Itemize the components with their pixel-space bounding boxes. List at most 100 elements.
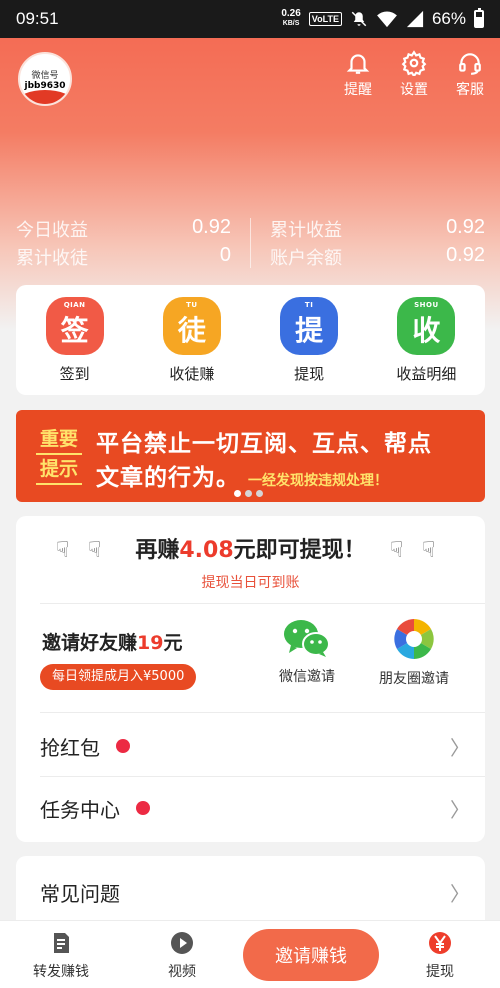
red-packet-label: 抢红包 — [40, 735, 100, 760]
nav-repost-earn[interactable]: 转发赚钱 — [16, 931, 106, 981]
invite-title-amount: 19 — [137, 632, 164, 654]
chevron-right-icon: 〉 — [450, 797, 470, 822]
nav-withdraw-label: 提现 — [426, 964, 454, 980]
wechat-icon — [284, 620, 330, 657]
checkin-label: 签到 — [59, 364, 90, 383]
pagination-dot — [234, 490, 241, 497]
status-bar: 09:51 0.26 KB/S VoLTE 66% — [0, 0, 500, 38]
recruit-icon-pinyin: TU — [186, 300, 198, 309]
wechat-invite-label: 微信邀请 — [279, 669, 335, 685]
checkin-button[interactable]: QIAN 签 签到 — [25, 296, 125, 384]
wechat-invite-button[interactable]: 微信邀请 — [257, 618, 357, 686]
earn-amount: 4.08 — [179, 538, 234, 563]
stat-total-income-label: 累计收益 — [270, 220, 342, 241]
stat-total-income: 累计收益 0.92 — [270, 216, 485, 242]
reminder-button[interactable]: 提醒 — [340, 50, 376, 99]
notice-line2: 文章的行为。 一经发现按违规处理！ — [96, 458, 388, 492]
red-dot-badge — [116, 739, 130, 753]
recruit-button[interactable]: TU 徒 收徒赚 — [142, 296, 242, 384]
pagination-dot — [245, 490, 252, 497]
notice-tag-line2: 提示 — [36, 455, 82, 485]
play-icon — [171, 932, 193, 954]
settings-label: 设置 — [400, 82, 428, 98]
moments-invite-label: 朋友圈邀请 — [379, 671, 449, 687]
bell-icon — [346, 54, 370, 74]
checkin-icon-glyph: 签 — [60, 313, 89, 347]
divider — [40, 776, 485, 777]
notice-tag: 重要 提示 — [36, 425, 82, 485]
checkin-icon-pinyin: QIAN — [63, 300, 86, 309]
invite-commission-badge: 每日领提成月入¥5000 — [40, 664, 197, 690]
stat-apprentice: 累计收徒 0 — [16, 244, 231, 270]
income-detail-icon: SHOU 收 — [397, 296, 456, 355]
avatar-decoration — [20, 90, 70, 104]
invite-earn-button[interactable]: 邀请赚钱 — [243, 929, 379, 981]
withdraw-subtitle: 提现当日可到账 — [201, 575, 300, 591]
pointing-hand-icon: ☟ — [422, 538, 436, 563]
nav-video[interactable]: 视频 — [137, 931, 227, 981]
stat-balance-label: 账户余额 — [270, 248, 342, 269]
task-center-label: 任务中心 — [40, 797, 120, 822]
avatar-text-1: 微信号 — [31, 70, 59, 81]
customer-service-label: 客服 — [456, 82, 484, 98]
earn-card: ☟ ☟ 再赚4.08元即可提现！ ☟ ☟ 提现当日可到账 邀请好友赚19元 每日… — [16, 516, 485, 842]
recruit-icon: TU 徒 — [162, 296, 221, 355]
header-actions: 提醒 设置 客服 — [340, 50, 488, 99]
avatar[interactable]: 微信号 jbb9630 — [18, 52, 72, 106]
withdraw-icon-glyph: 提 — [295, 313, 324, 347]
income-detail-icon-glyph: 收 — [412, 313, 441, 347]
invite-title-prefix: 邀请好友赚 — [42, 632, 138, 654]
stat-apprentice-value: 0 — [219, 244, 231, 266]
reminder-label: 提醒 — [344, 82, 372, 98]
stat-today: 今日收益 0.92 — [16, 216, 231, 242]
faq-row[interactable]: 常见问题 〉 — [40, 862, 470, 922]
settings-button[interactable]: 设置 — [396, 50, 432, 99]
network-speed: 0.26 KB/S — [281, 9, 300, 29]
recruit-label: 收徒赚 — [169, 364, 215, 383]
withdraw-icon-pinyin: TI — [304, 300, 314, 309]
document-icon — [54, 933, 69, 953]
red-dot-badge — [136, 801, 150, 815]
divider — [40, 712, 485, 713]
moments-icon — [394, 619, 434, 659]
bottom-navigation: 转发赚钱 视频 邀请赚钱 提现 — [0, 920, 500, 988]
stat-today-label: 今日收益 — [16, 220, 88, 241]
chevron-right-icon: 〉 — [450, 735, 470, 760]
battery-percent: 66% — [431, 9, 466, 28]
red-packet-row[interactable]: 抢红包 〉 — [40, 716, 470, 776]
task-center-row[interactable]: 任务中心 〉 — [40, 778, 470, 838]
stat-apprentice-label: 累计收徒 — [16, 248, 88, 269]
battery-icon — [474, 8, 484, 28]
recruit-icon-glyph: 徒 — [177, 313, 206, 347]
notice-warning: 一经发现按违规处理！ — [248, 473, 388, 489]
invite-friends-title: 邀请好友赚19元 — [42, 628, 182, 655]
stats-divider — [250, 218, 251, 268]
faq-label: 常见问题 — [40, 881, 120, 906]
signal-icon — [406, 10, 424, 28]
checkin-icon: QIAN 签 — [45, 296, 104, 355]
nav-withdraw[interactable]: 提现 — [395, 931, 485, 981]
wifi-icon — [377, 11, 397, 28]
pointing-hand-icon: ☟ — [390, 538, 404, 563]
notice-tag-line1: 重要 — [36, 425, 82, 455]
notice-banner[interactable]: 重要 提示 平台禁止一切互阅、互点、帮点 文章的行为。 一经发现按违规处理！ — [16, 410, 485, 502]
income-detail-button[interactable]: SHOU 收 收益明细 — [376, 296, 476, 384]
chevron-right-icon: 〉 — [450, 881, 470, 906]
stat-balance: 账户余额 0.92 — [270, 244, 485, 270]
quick-actions-card: QIAN 签 签到 TU 徒 收徒赚 TI 提 提现 SHOU 收 收益明细 — [16, 285, 485, 395]
earn-prefix: 再赚 — [135, 538, 180, 563]
income-detail-label: 收益明细 — [396, 364, 457, 383]
withdraw-progress-title: 再赚4.08元即可提现！ — [16, 532, 485, 564]
income-detail-icon-pinyin: SHOU — [414, 300, 439, 309]
withdraw-button[interactable]: TI 提 提现 — [259, 296, 359, 384]
nav-video-label: 视频 — [168, 964, 196, 980]
withdraw-label: 提现 — [294, 364, 325, 383]
headset-icon — [459, 53, 481, 75]
invite-title-suffix: 元 — [163, 632, 183, 654]
gear-icon — [401, 50, 427, 76]
earnings-summary: 今日收益 0.92 累计收徒 0 累计收益 0.92 账户余额 0.92 — [0, 214, 500, 274]
moments-invite-button[interactable]: 朋友圈邀请 — [364, 618, 464, 688]
network-speed-value: 0.26 — [281, 8, 301, 19]
customer-service-button[interactable]: 客服 — [452, 50, 488, 99]
withdraw-icon: TI 提 — [280, 296, 339, 355]
